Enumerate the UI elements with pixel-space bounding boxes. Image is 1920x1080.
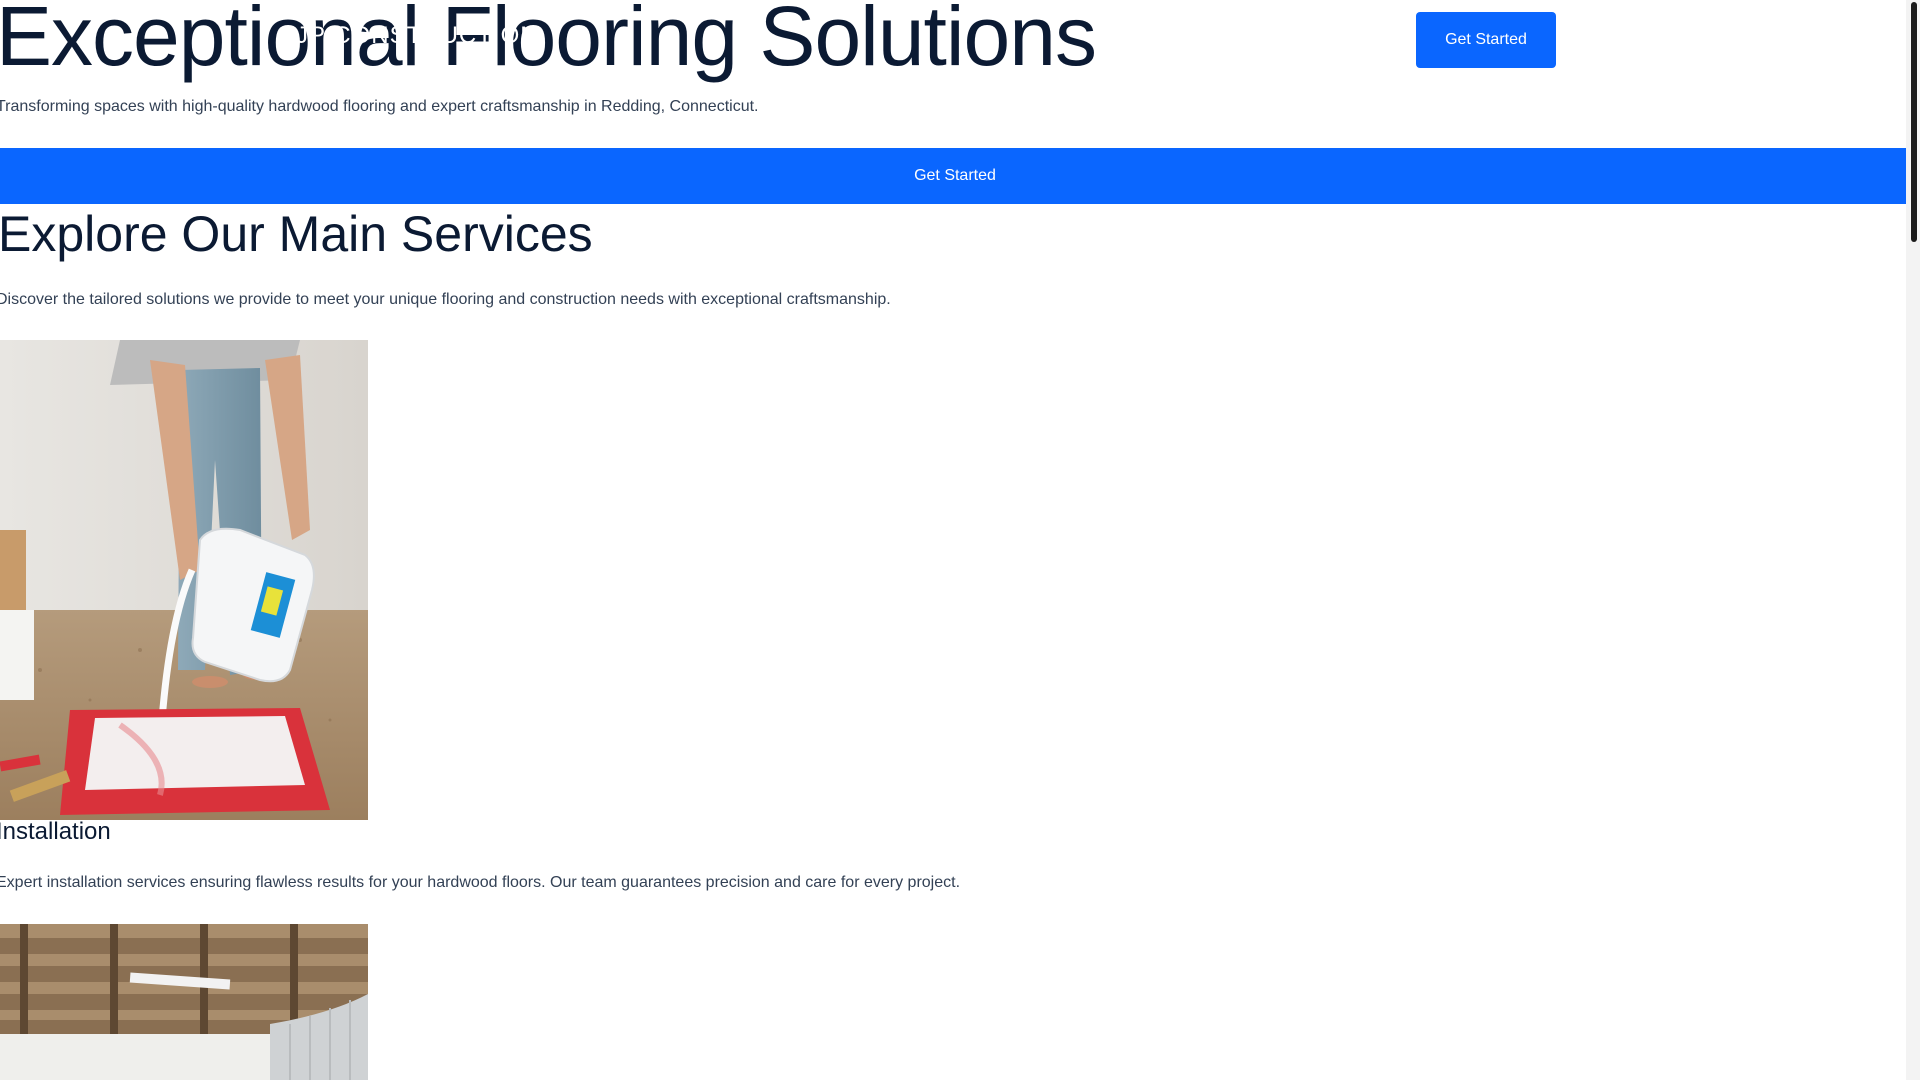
hero-get-started-button[interactable]: Get Started: [0, 148, 1910, 204]
site-header: JP CONSTRUCTION Get Started: [0, 0, 1560, 80]
installation-photo-illustration: [0, 340, 368, 820]
page: JP CONSTRUCTION Get Started Exceptional …: [0, 0, 1920, 1080]
hero-subtitle: Transforming spaces with high-quality ha…: [0, 98, 759, 115]
service-card-title: Installation: [0, 818, 111, 845]
renovation-image: [0, 924, 368, 1080]
service-card-description: Expert installation services ensuring fl…: [0, 874, 961, 891]
ceiling-photo-illustration: [0, 924, 368, 1080]
installation-image: [0, 340, 368, 820]
page-scrollbar[interactable]: [1906, 0, 1920, 1080]
scrollbar-thumb[interactable]: [1911, 2, 1917, 242]
header-get-started-button[interactable]: Get Started: [1416, 12, 1556, 68]
brand-logo[interactable]: JP CONSTRUCTION: [296, 22, 539, 50]
services-title: Explore Our Main Services: [0, 206, 593, 262]
services-subtitle: Discover the tailored solutions we provi…: [0, 291, 891, 308]
